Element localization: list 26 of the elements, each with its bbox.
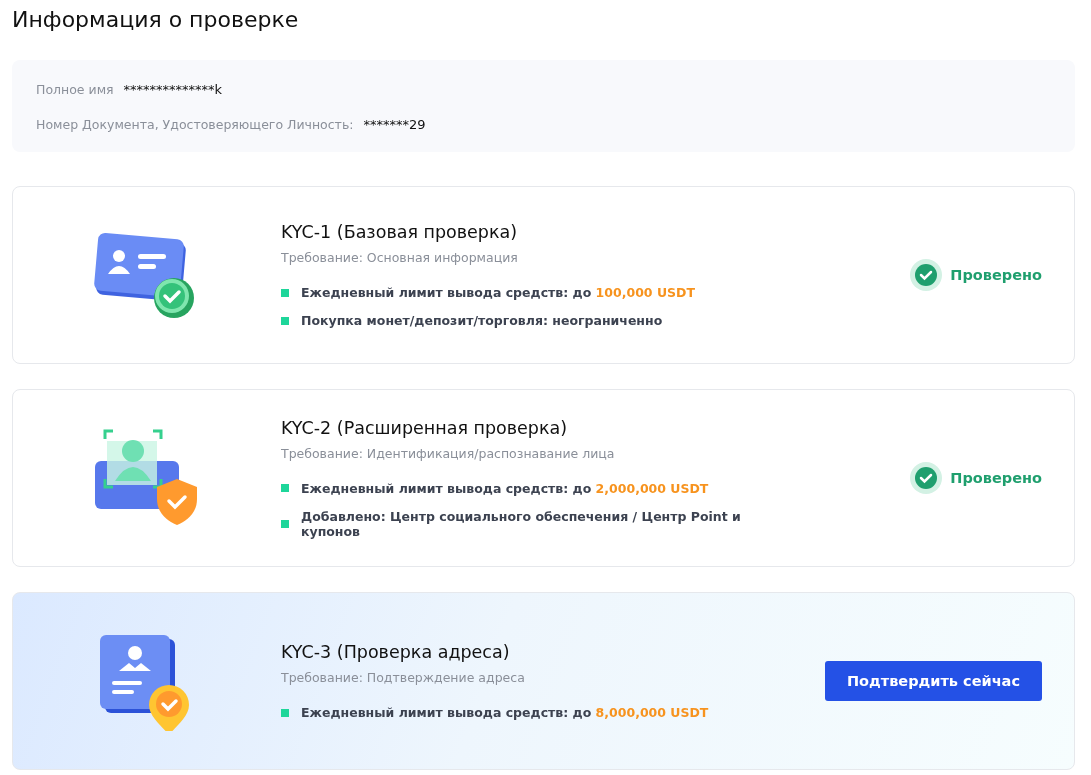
check-circle-icon — [910, 462, 943, 494]
bullet-icon — [281, 484, 289, 492]
benefit-text: Добавлено: Центр социального обеспечения / Центр Point и купонов — [301, 508, 742, 539]
verified-status: Проверено — [950, 267, 1042, 283]
field-label: Полное имя — [36, 82, 114, 97]
benefit-text: Покупка монет/депозит/торговля: неограниченно — [301, 313, 663, 328]
bullet-icon — [281, 708, 289, 717]
bullet-icon — [281, 519, 289, 528]
benefit-text: Ежедневный лимит вывода средств: до 8,000,000 USDT — [301, 705, 709, 720]
benefit-text: Ежедневный лимит вывода средств: до 100,000 USDT — [301, 285, 695, 300]
level-title: KYC-3 (Проверка адреса) — [281, 642, 511, 662]
field-label: Номер Документа, Удостоверяющего Личность: — [36, 117, 354, 132]
benefit-text: Ежедневный лимит вывода средств: до 2,000,000 USDT — [301, 480, 709, 496]
field-value: **************k — [123, 82, 223, 97]
requirement-text: Требование: Основная информация — [281, 250, 519, 265]
verified-status: Проверено — [950, 470, 1042, 486]
bullet-icon — [281, 316, 289, 325]
requirement-text: Требование: Подтверждение адреса — [281, 670, 526, 685]
field-value: *******29 — [363, 117, 426, 132]
level-title: KYC-2 (Расширенная проверка) — [281, 417, 569, 438]
check-circle-icon — [910, 259, 943, 291]
bullet-icon — [281, 288, 289, 297]
level-title: KYC-1 (Базовая проверка) — [281, 222, 519, 242]
verify-now-button[interactable]: Подтвердить сейчас — [824, 661, 1042, 701]
page-title: Информация о проверке — [12, 6, 300, 34]
requirement-text: Требование: Идентификация/распознавание лица — [281, 445, 616, 461]
